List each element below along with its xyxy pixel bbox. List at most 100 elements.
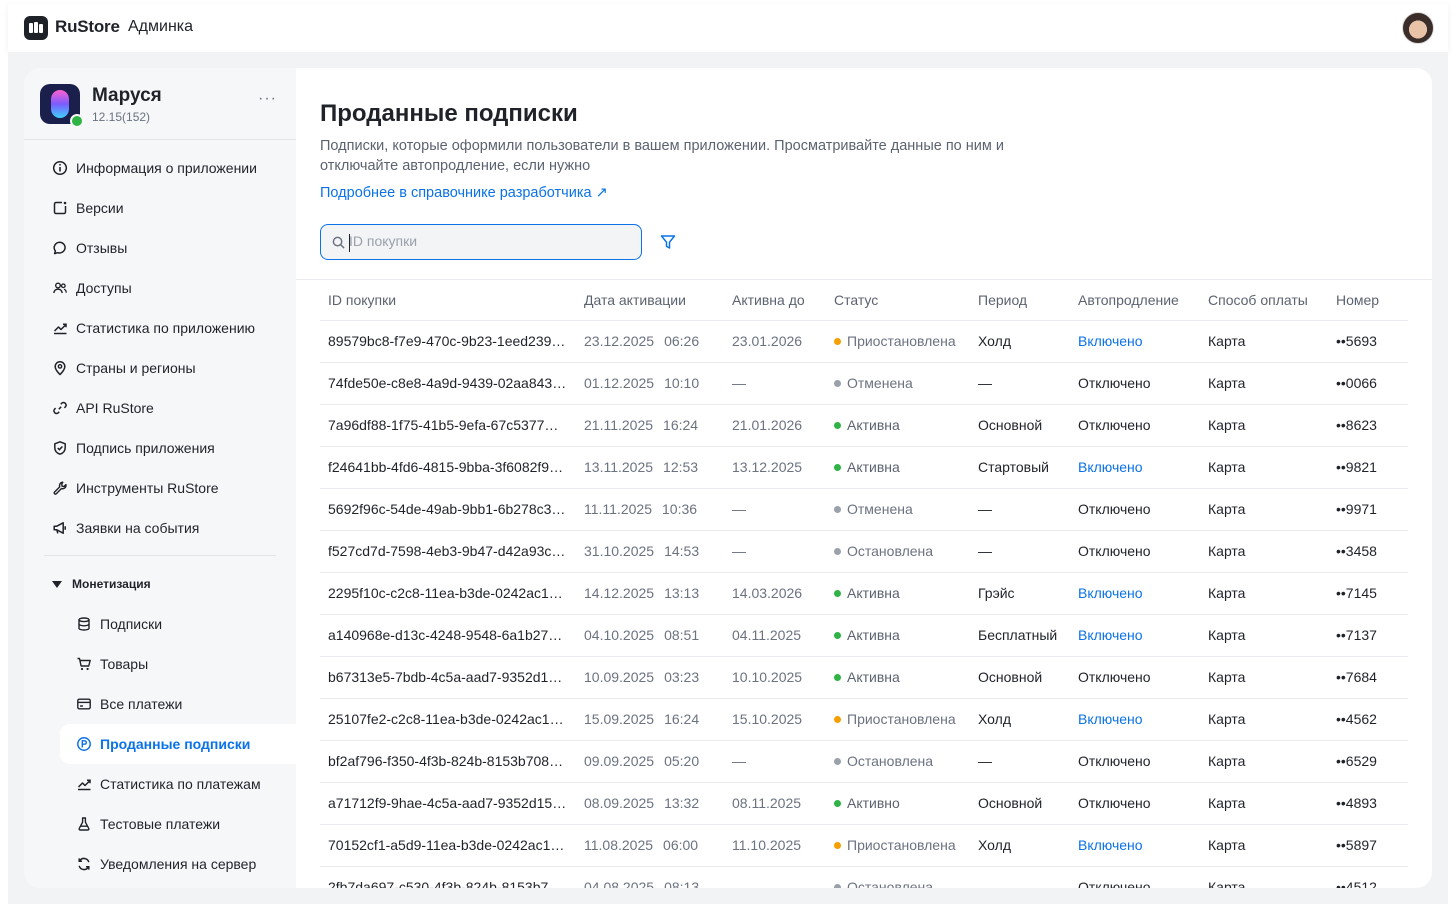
sidebar-item[interactable]: Информация о приложении xyxy=(36,148,284,188)
status-dot-icon xyxy=(834,800,841,807)
status-label: Остановлена xyxy=(847,753,934,769)
search-box[interactable] xyxy=(320,224,642,260)
purchase-id[interactable]: 89579bc8-f7e9-470c-9b23-1eed239… xyxy=(320,319,576,362)
table-row[interactable]: 25107fe2-c2c8-11ea-b3de-0242ac1… 15.09.20… xyxy=(320,697,1408,740)
purchase-id[interactable]: bf2af796-f350-4f3b-824b-8153b708… xyxy=(320,739,576,782)
payment-method: Карта xyxy=(1200,697,1328,740)
purchase-id[interactable]: b67313e5-7bdb-4c5a-aad7-9352d1… xyxy=(320,655,576,698)
rustore-logo-icon[interactable] xyxy=(24,16,48,40)
autorenewal[interactable]: Включено xyxy=(1070,319,1200,362)
purchase-id[interactable]: a71712f9-9hae-4c5a-aad7-9352d15… xyxy=(320,781,576,824)
sidebar-item[interactable]: Статистика по приложению xyxy=(36,308,284,348)
purchase-id[interactable]: f527cd7d-7598-4eb3-9b47-d42a93c… xyxy=(320,529,576,572)
activation-time: 05:20 xyxy=(664,753,700,769)
sidebar-item[interactable]: Инструменты RuStore xyxy=(36,468,284,508)
activation-date: 09.09.2025 05:20 xyxy=(576,739,724,782)
autorenewal: Отключено xyxy=(1070,361,1200,404)
autorenewal[interactable]: Включено xyxy=(1070,571,1200,614)
status-dot-icon xyxy=(834,422,841,429)
autorenewal[interactable]: Включено xyxy=(1070,613,1200,656)
sidebar-item[interactable]: Все платежи xyxy=(60,684,296,724)
sidebar-item[interactable]: Версии xyxy=(36,188,284,228)
table-row[interactable]: 74fde50e-c8e8-4a9d-9439-02aa843… 01.12.20… xyxy=(320,361,1408,404)
table-row[interactable]: a71712f9-9hae-4c5a-aad7-9352d15… 08.09.20… xyxy=(320,781,1408,824)
autorenewal[interactable]: Включено xyxy=(1070,823,1200,866)
active-until: — xyxy=(724,361,826,404)
status-dot-icon xyxy=(834,632,841,639)
sidebar-item[interactable]: Проданные подписки xyxy=(60,724,296,764)
sidebar-item-label: Страны и регионы xyxy=(76,360,196,376)
sidebar-item[interactable]: Отзывы xyxy=(36,228,284,268)
status-dot-icon xyxy=(834,464,841,471)
versions-icon xyxy=(53,201,67,215)
purchase-id[interactable]: 7a96df88-1f75-41b5-9efa-67c5377… xyxy=(320,403,576,446)
table-row[interactable]: 70152cf1-a5d9-11ea-b3de-0242ac1… 11.08.20… xyxy=(320,823,1408,866)
purchase-id[interactable]: 5692f96c-54de-49ab-9bb1-6b278c3… xyxy=(320,487,576,530)
activation-date-value: 11.08.2025 xyxy=(584,837,654,853)
table-row[interactable]: 7a96df88-1f75-41b5-9efa-67c5377… 21.11.20… xyxy=(320,403,1408,446)
sidebar-item[interactable]: Подпись приложения xyxy=(36,428,284,468)
brand-name[interactable]: RuStore xyxy=(55,17,120,37)
autorenewal: Отключено xyxy=(1070,865,1200,888)
purchase-id[interactable]: 2295f10c-c2c8-11ea-b3de-0242ac1… xyxy=(320,571,576,614)
table-row[interactable]: 89579bc8-f7e9-470c-9b23-1eed239… 23.12.20… xyxy=(320,319,1408,362)
sidebar-item[interactable]: Товары xyxy=(60,644,296,684)
payment-method: Карта xyxy=(1200,319,1328,362)
section-monetization[interactable]: Монетизация xyxy=(52,577,151,591)
table-row[interactable]: 2fb7da697-c530-4f3b-824b-8153b7… 04.08.20… xyxy=(320,865,1408,888)
autorenewal: Отключено xyxy=(1070,655,1200,698)
active-until: 21.01.2026 xyxy=(724,403,826,446)
payment-method: Карта xyxy=(1200,613,1328,656)
table-row[interactable]: b67313e5-7bdb-4c5a-aad7-9352d1… 10.09.202… xyxy=(320,655,1408,698)
status: Активна xyxy=(826,445,970,488)
sidebar-divider xyxy=(44,555,276,556)
shield-icon xyxy=(54,441,66,455)
period: Холд xyxy=(970,319,1070,362)
period: Основной xyxy=(970,781,1070,824)
status: Остановлена xyxy=(826,739,970,782)
docs-link[interactable]: Подробнее в справочнике разработчика ↗ xyxy=(320,185,608,201)
payment-method: Карта xyxy=(1200,529,1328,572)
sidebar-item[interactable]: Подписки xyxy=(60,604,296,644)
card-number: ••0066 xyxy=(1328,361,1408,404)
autorenewal[interactable]: Включено xyxy=(1070,445,1200,488)
table-row[interactable]: a140968e-d13c-4248-9548-6a1b27… 04.10.202… xyxy=(320,613,1408,656)
activation-date-value: 14.12.2025 xyxy=(584,585,655,601)
purchase-id[interactable]: f24641bb-4fd6-4815-9bba-3f6082f9… xyxy=(320,445,576,488)
table-row[interactable]: f527cd7d-7598-4eb3-9b47-d42a93c… 31.10.20… xyxy=(320,529,1408,572)
avatar[interactable] xyxy=(1402,12,1434,44)
card-number: ••7684 xyxy=(1328,655,1408,698)
table-row[interactable]: 2295f10c-c2c8-11ea-b3de-0242ac1… 14.12.20… xyxy=(320,571,1408,614)
status-label: Активна xyxy=(847,585,900,601)
sidebar-item[interactable]: Заявки на события xyxy=(36,508,284,548)
sidebar-item[interactable]: Уведомления на сервер xyxy=(60,844,296,884)
status-dot-icon xyxy=(834,884,841,888)
section-name: Админка xyxy=(128,18,194,35)
activation-date: 04.08.2025 08:13 xyxy=(576,865,724,888)
purchase-id[interactable]: 74fde50e-c8e8-4a9d-9439-02aa843… xyxy=(320,361,576,404)
search-input[interactable] xyxy=(349,233,629,249)
table-row[interactable]: bf2af796-f350-4f3b-824b-8153b708… 09.09.2… xyxy=(320,739,1408,782)
sidebar-item[interactable]: API RuStore xyxy=(36,388,284,428)
purchase-id[interactable]: 25107fe2-c2c8-11ea-b3de-0242ac1… xyxy=(320,697,576,740)
status-label: Отменена xyxy=(847,501,913,517)
sidebar-item[interactable]: Статистика по платежам xyxy=(60,764,296,804)
purchase-id[interactable]: a140968e-d13c-4248-9548-6a1b27… xyxy=(320,613,576,656)
activation-time: 06:26 xyxy=(664,333,700,349)
activation-date: 21.11.2025 16:24 xyxy=(576,403,724,446)
active-until: — xyxy=(724,529,826,572)
more-icon[interactable]: ··· xyxy=(258,90,277,108)
status-dot-icon xyxy=(834,842,841,849)
table-row[interactable]: 5692f96c-54de-49ab-9bb1-6b278c3… 11.11.20… xyxy=(320,487,1408,530)
sidebar-item[interactable]: Доступы xyxy=(36,268,284,308)
sidebar-item[interactable]: Страны и регионы xyxy=(36,348,284,388)
period: — xyxy=(970,739,1070,782)
purchase-id[interactable]: 2fb7da697-c530-4f3b-824b-8153b7… xyxy=(320,865,576,888)
purchase-id[interactable]: 70152cf1-a5d9-11ea-b3de-0242ac1… xyxy=(320,823,576,866)
sidebar-item[interactable]: Тестовые платежи xyxy=(60,804,296,844)
autorenewal[interactable]: Включено xyxy=(1070,697,1200,740)
status-dot-icon xyxy=(834,758,841,765)
filter-icon[interactable] xyxy=(660,234,676,250)
status: Остановлена xyxy=(826,865,970,888)
table-row[interactable]: f24641bb-4fd6-4815-9bba-3f6082f9… 13.11.2… xyxy=(320,445,1408,488)
